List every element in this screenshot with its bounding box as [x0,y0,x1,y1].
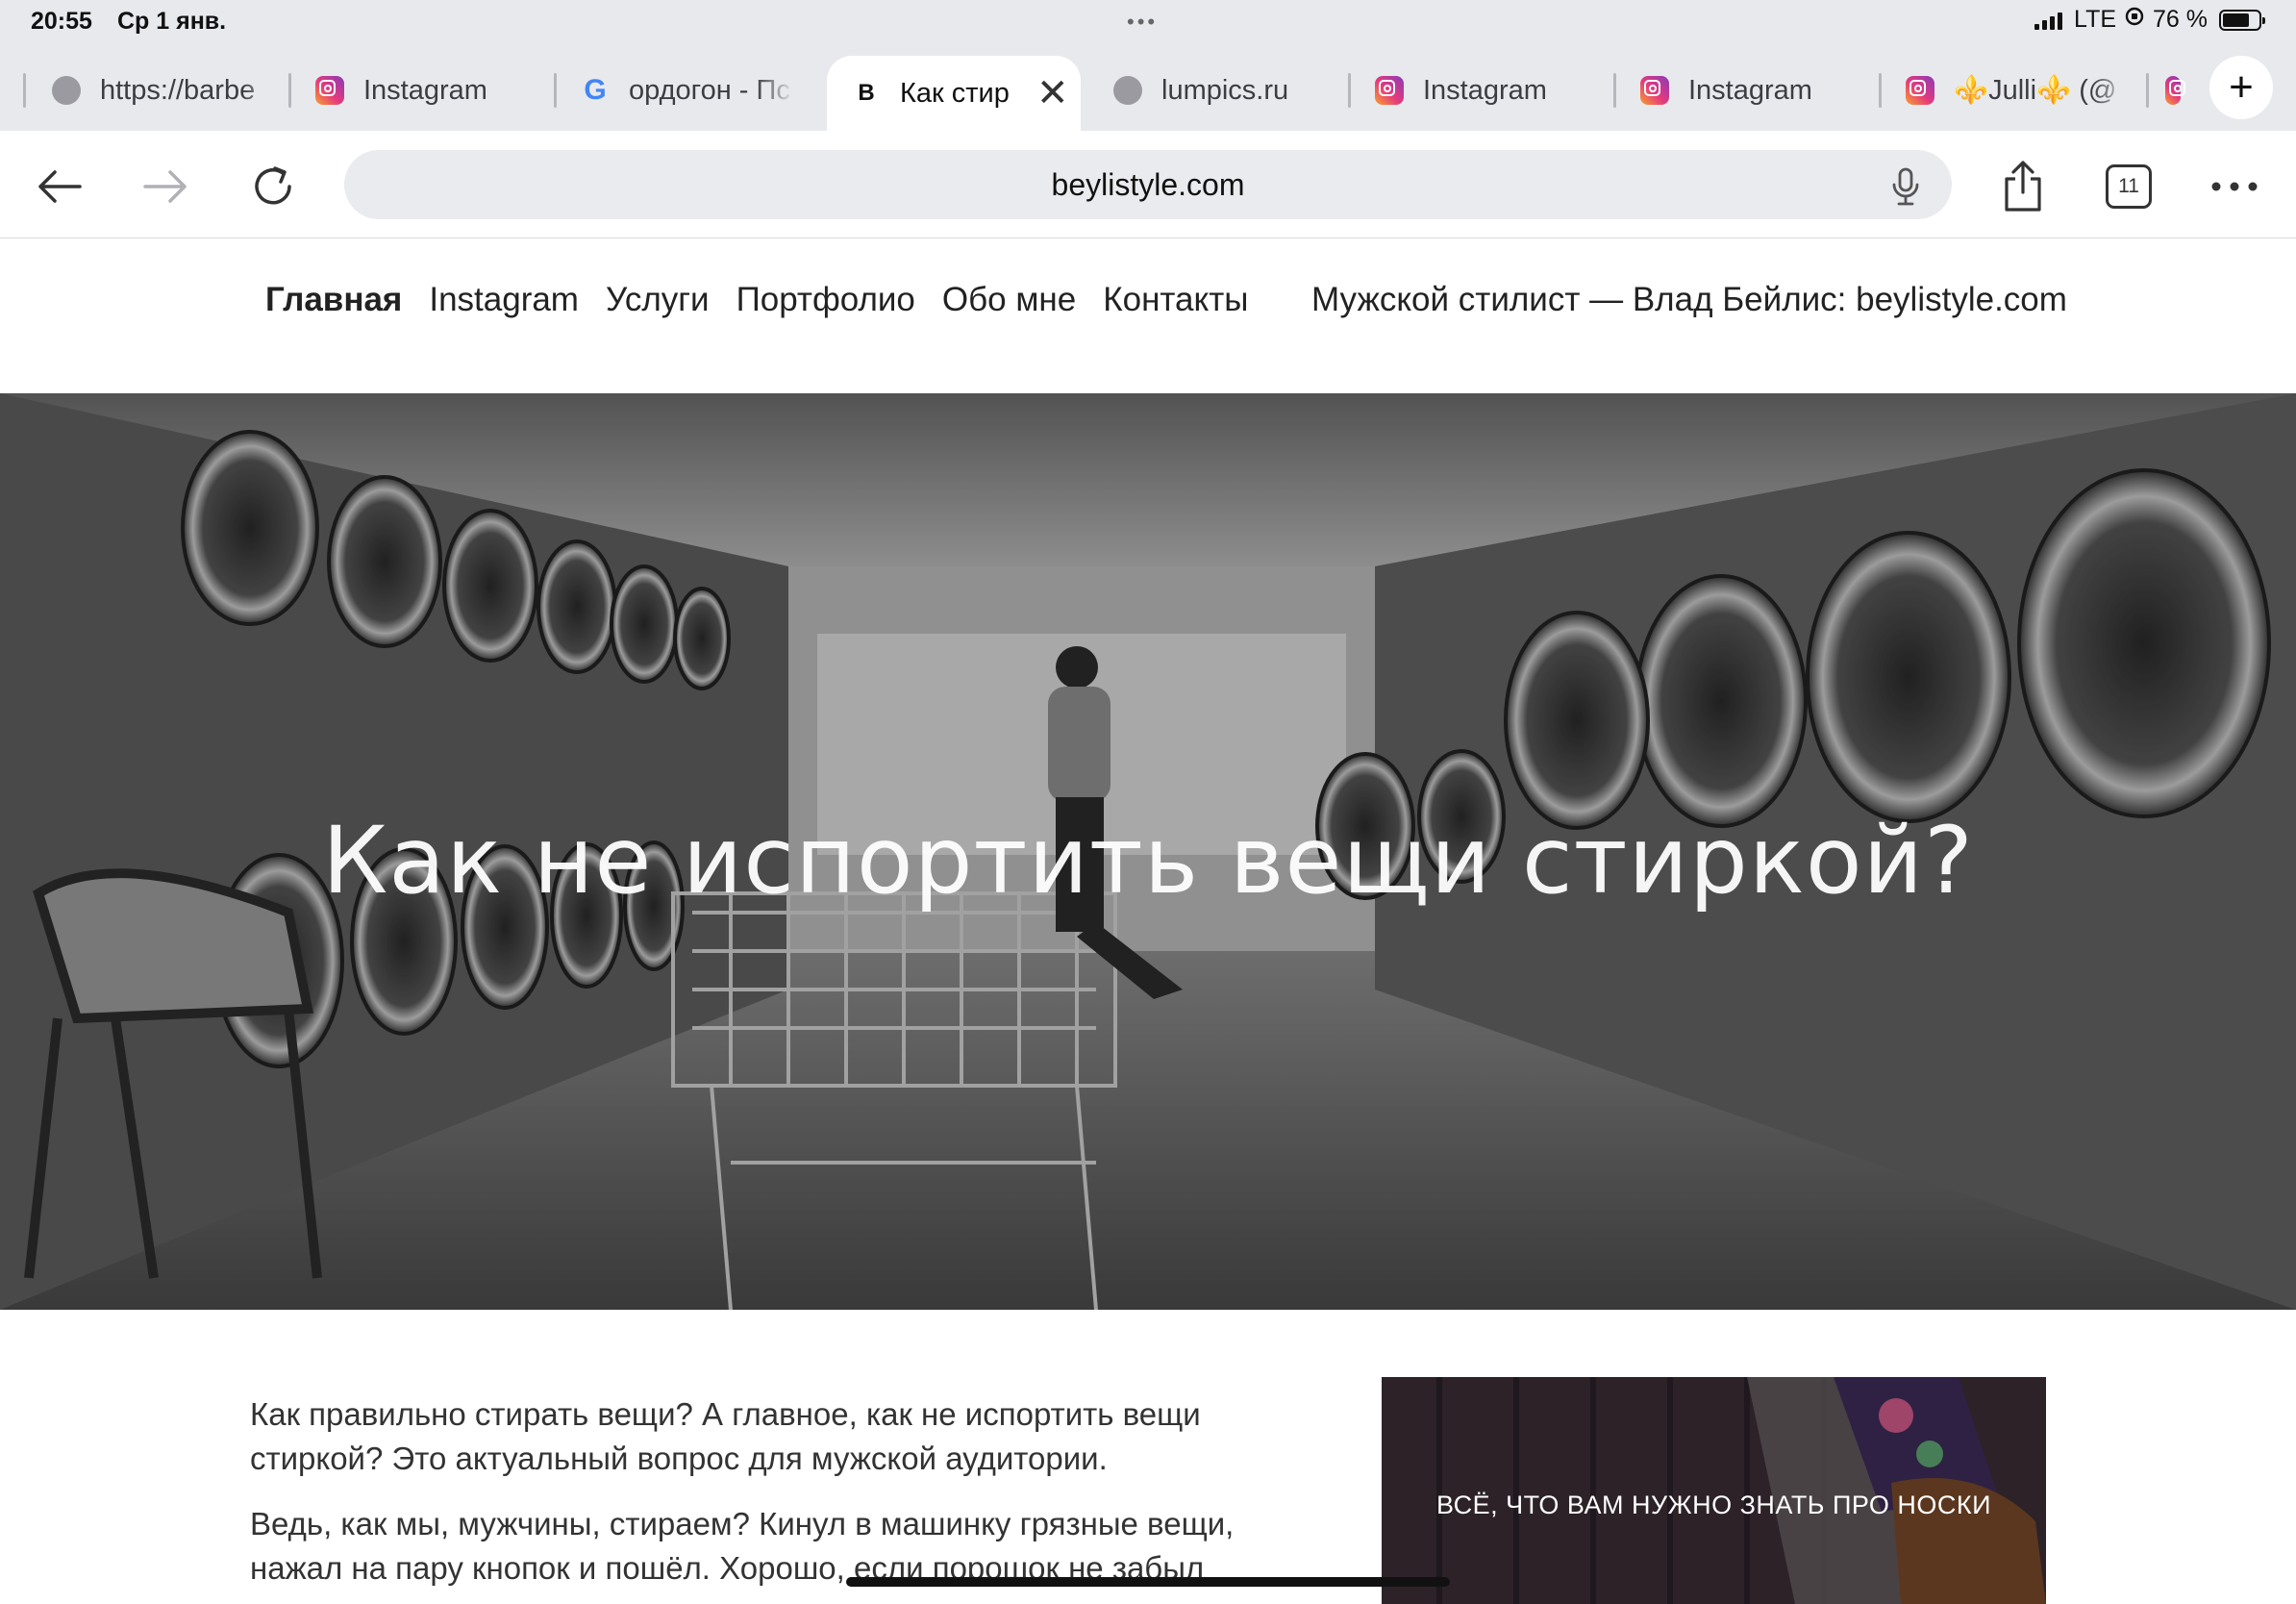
google-icon: G [584,74,607,106]
tab-fade [242,56,281,125]
related-post-card[interactable]: ВСЁ, ЧТО ВАМ НУЖНО ЗНАТЬ ПРО НОСКИ [1382,1377,2046,1604]
article-body: Как правильно стирать вещи? А главное, к… [250,1392,1308,1604]
tab-instagram-1[interactable]: Instagram [288,56,548,125]
more-menu-button[interactable] [2206,158,2263,215]
share-button[interactable] [1994,158,2052,215]
tab-instagram-3[interactable]: Instagram [1613,56,1879,125]
more-dots-icon [2211,182,2258,191]
site-favicon-icon: B [858,80,875,106]
tab-fade [756,56,794,125]
nav-link-portfolio[interactable]: Портфолио [736,281,915,319]
status-time: 20:55 [31,8,92,35]
tab-title: Instagram [1688,74,1812,106]
battery-icon [2219,9,2265,31]
nav-link-contacts[interactable]: Контакты [1103,281,1248,319]
instagram-icon [315,76,344,105]
nav-link-instagram[interactable]: Instagram [429,281,579,319]
reload-icon [255,166,291,205]
tab-barbe[interactable]: https://barbe [23,56,281,125]
article-title: Как не испортить вещи стиркой? [322,807,1974,915]
tab-separator [1348,73,1351,108]
tab-title: Instagram [1423,74,1547,106]
carrier-label: LTE [2074,6,2117,33]
tab-instagram-2[interactable]: Instagram [1348,56,1613,125]
tab-title: https://barbe [100,74,256,106]
home-indicator[interactable] [846,1577,1450,1587]
status-bar: 20:55 Ср 1 янв. ••• LTE 76 % [0,0,2296,46]
tab-active[interactable]: B Как стир ✕ [827,56,1081,131]
battery-percent: 76 % [2153,6,2208,33]
share-icon [2005,161,2041,212]
tab-fade [2092,56,2131,125]
tab-separator [23,73,26,108]
forward-button[interactable] [137,158,194,215]
globe-icon [1113,76,1142,105]
tab-title: Instagram [363,74,487,106]
site-menu: Главная Instagram Услуги Портфолио Обо м… [265,281,1248,319]
back-button[interactable] [31,158,88,215]
tab-overview-button[interactable]: 11 [2100,158,2158,215]
instagram-icon [1375,76,1404,105]
tab-title: Как стир [900,77,1010,109]
globe-icon [52,76,81,105]
microphone-icon[interactable] [1888,167,1923,206]
hero-banner: Как не испортить вещи стиркой? [0,393,2296,1310]
tab-separator [1879,73,1882,108]
multitasking-dots-icon[interactable]: ••• [1127,10,1158,35]
tab-separator [1613,73,1616,108]
tab-count: 11 [2106,164,2152,209]
address-bar[interactable]: beylistyle.com [344,150,1952,219]
status-date: Ср 1 янв. [117,8,227,35]
related-post-title: ВСЁ, ЧТО ВАМ НУЖНО ЗНАТЬ ПРО НОСКИ [1436,1491,1991,1519]
instagram-icon [1906,76,1934,105]
tab-bar: https://barbe Instagram G ордогон - Пс B… [0,46,2296,131]
nav-link-services[interactable]: Услуги [606,281,710,319]
instagram-icon [2165,76,2185,105]
tab-lumpics[interactable]: lumpics.ru [1108,56,1350,125]
close-tab-icon[interactable]: ✕ [1036,74,1069,113]
tab-separator [554,73,557,108]
site-header: Главная Instagram Услуги Портфолио Обо м… [0,238,2296,392]
browser-toolbar: beylistyle.com 11 [0,131,2296,238]
orientation-lock-icon [2124,6,2145,34]
nav-link-home[interactable]: Главная [265,281,402,319]
new-tab-button[interactable]: + [2209,56,2273,119]
back-arrow-icon [38,170,82,203]
plus-icon: + [2229,63,2254,111]
article-paragraph: Как правильно стирать вещи? А главное, к… [250,1396,1201,1476]
url-text: beylistyle.com [1051,166,1245,202]
instagram-icon [1640,76,1669,105]
nav-link-about[interactable]: Обо мне [942,281,1076,319]
tab-separator [2146,73,2149,108]
cellular-signal-icon [2034,11,2063,30]
forward-arrow-icon [143,170,187,203]
site-brand-link[interactable]: Мужской стилист — Влад Бейлис: beylistyl… [1311,281,2067,319]
tab-julli[interactable]: ⚜️Julli⚜️ (@ [1879,56,2131,125]
reload-button[interactable] [244,158,302,215]
tab-overflow[interactable] [2146,56,2190,125]
tab-google-search[interactable]: G ордогон - Пс [554,56,794,125]
tab-separator [288,73,291,108]
status-indicators: LTE 76 % [2034,6,2265,34]
tab-title: lumpics.ru [1161,74,1289,106]
